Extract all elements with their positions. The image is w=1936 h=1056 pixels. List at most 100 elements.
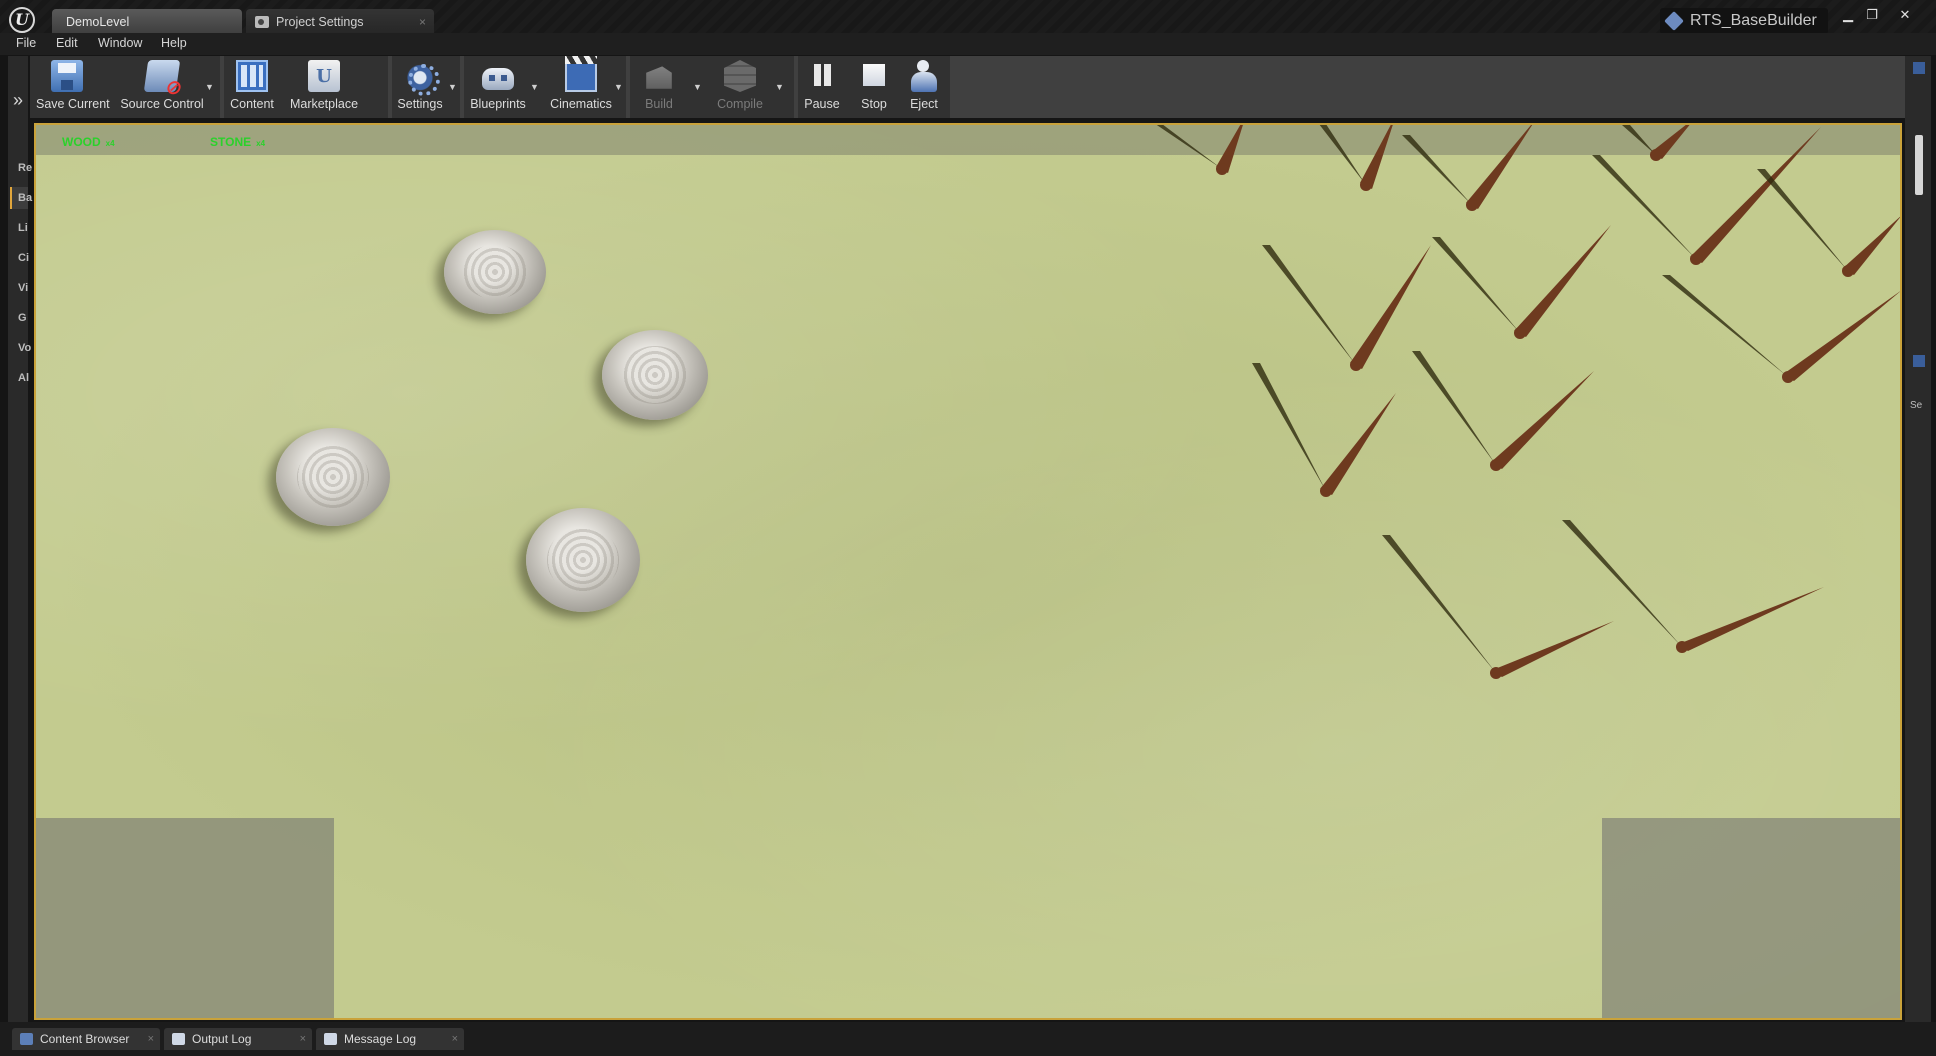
tree-trunk <box>1514 225 1611 337</box>
tab-project-settings[interactable]: Project Settings × <box>246 9 434 35</box>
close-icon[interactable]: × <box>148 1028 154 1050</box>
compile-icon <box>724 60 756 92</box>
game-viewport[interactable]: WOOD x4 STONE x4 <box>34 123 1902 1020</box>
marketplace-button[interactable]: Marketplace <box>284 56 364 118</box>
tab-output-log[interactable]: Output Log × <box>164 1028 312 1050</box>
tree-shadow <box>1662 275 1788 377</box>
tree-shadow <box>1262 245 1356 365</box>
close-icon[interactable]: × <box>300 1028 306 1050</box>
content-browser-icon <box>20 1033 33 1045</box>
tree-resource[interactable] <box>1402 125 1536 211</box>
tree-resource[interactable] <box>1412 351 1594 471</box>
tree-resource[interactable] <box>1142 125 1246 175</box>
mode-tab-visual-effects[interactable]: Vi <box>10 277 28 299</box>
tree-base <box>1320 485 1332 497</box>
tree-trunk <box>1320 393 1396 495</box>
tree-base <box>1466 199 1478 211</box>
tree-resource[interactable] <box>1662 275 1902 383</box>
project-name: RTS_BaseBuilder <box>1690 12 1817 29</box>
build-dropdown-icon[interactable]: ▼ <box>693 82 703 92</box>
tree-trunk <box>1350 245 1431 369</box>
mode-tab-lights[interactable]: Li <box>10 217 28 239</box>
tree-shadow <box>1382 535 1496 673</box>
blueprints-dropdown-icon[interactable]: ▼ <box>530 82 540 92</box>
level-editor-toolbar: Save Current Source Control ▼ Content Ma… <box>30 56 1905 118</box>
message-log-icon <box>324 1033 337 1045</box>
tree-base <box>1490 667 1502 679</box>
save-current-button[interactable]: Save Current <box>36 56 110 118</box>
compile-button[interactable]: Compile <box>708 56 772 118</box>
tree-resource[interactable] <box>1622 125 1696 161</box>
tree-base <box>1360 179 1372 191</box>
tree-trunk <box>1782 291 1900 381</box>
menu-window[interactable]: Window <box>98 36 142 50</box>
menu-help[interactable]: Help <box>161 36 187 50</box>
tree-shadow <box>1402 135 1472 205</box>
tree-shadow <box>1252 363 1326 491</box>
tab-demolevel[interactable]: DemoLevel <box>52 9 242 35</box>
mode-tab-basic[interactable]: Ba <box>10 187 32 209</box>
blueprints-icon <box>482 68 514 90</box>
tree-shadow <box>1622 125 1656 155</box>
menu-edit[interactable]: Edit <box>56 36 78 50</box>
tree-base <box>1514 327 1526 339</box>
tab-label: DemoLevel <box>66 15 130 29</box>
tree-resource[interactable] <box>1562 520 1824 653</box>
cinematics-icon <box>565 56 597 92</box>
panel-menu-icon[interactable] <box>1913 62 1925 74</box>
eject-button[interactable]: Eject <box>902 56 946 118</box>
project-name-badge: RTS_BaseBuilder <box>1660 8 1828 34</box>
mode-tab-recent[interactable]: Re <box>10 157 32 179</box>
mode-tab-all-classes[interactable]: Al <box>10 367 29 389</box>
source-control-button[interactable]: Source Control <box>120 56 204 118</box>
cinematics-dropdown-icon[interactable]: ▼ <box>614 82 624 92</box>
mode-tab-cinematic[interactable]: Ci <box>10 247 29 269</box>
settings-dropdown-icon[interactable]: ▼ <box>448 82 458 92</box>
details-scrollbar[interactable] <box>1915 135 1923 195</box>
close-icon[interactable]: × <box>419 9 426 35</box>
pause-button[interactable]: Pause <box>800 56 844 118</box>
button-label: Eject <box>910 97 938 111</box>
stop-button[interactable]: Stop <box>852 56 896 118</box>
minimize-button[interactable]: ▁ <box>1836 6 1860 24</box>
tree-resource[interactable] <box>1312 125 1396 191</box>
tab-label: Content Browser <box>40 1032 130 1046</box>
maximize-button[interactable]: ❐ <box>1860 6 1884 24</box>
tab-message-log[interactable]: Message Log × <box>316 1028 464 1050</box>
tree-resource[interactable] <box>1382 535 1614 679</box>
cinematics-button[interactable]: Cinematics <box>546 56 616 118</box>
mode-tab-geometry[interactable]: G <box>10 307 28 329</box>
close-icon[interactable]: × <box>452 1028 458 1050</box>
tree-shadow <box>1592 155 1696 259</box>
tree-trunk <box>1466 125 1533 209</box>
expand-panel-icon[interactable]: » <box>8 90 28 112</box>
tree-trunk <box>1676 587 1824 651</box>
content-button[interactable]: Content <box>226 56 278 118</box>
menu-file[interactable]: File <box>16 36 36 50</box>
tree-resource[interactable] <box>1262 245 1431 371</box>
tree-shadow <box>1412 351 1496 465</box>
details-tab-label[interactable]: Se <box>1910 400 1922 411</box>
tree-resource[interactable] <box>1757 169 1902 277</box>
tree-base <box>1650 149 1662 161</box>
tab-label: Message Log <box>344 1032 417 1046</box>
project-icon <box>1664 11 1684 31</box>
blueprints-button[interactable]: Blueprints <box>466 56 530 118</box>
build-button[interactable]: Build <box>634 56 684 118</box>
bottom-drawer-bar: Content Browser × Output Log × Message L… <box>0 1022 1936 1056</box>
tree-resource[interactable] <box>1252 363 1396 497</box>
details-panel-collapsed <box>1905 56 1931 1026</box>
button-label: Marketplace <box>289 97 359 111</box>
tab-content-browser[interactable]: Content Browser × <box>12 1028 160 1050</box>
content-icon <box>236 60 268 92</box>
close-window-button[interactable]: ✕ <box>1890 6 1920 24</box>
settings-document-icon <box>255 16 269 28</box>
unreal-logo-icon[interactable]: U <box>9 7 35 33</box>
compile-dropdown-icon[interactable]: ▼ <box>775 82 785 92</box>
details-tab-icon[interactable] <box>1913 355 1925 367</box>
mode-tab-volumes[interactable]: Vo <box>10 337 31 359</box>
settings-button[interactable]: Settings <box>392 56 448 118</box>
tab-label: Output Log <box>192 1032 252 1046</box>
tree-resource[interactable] <box>1432 225 1611 339</box>
source-control-dropdown-icon[interactable]: ▼ <box>205 82 215 92</box>
